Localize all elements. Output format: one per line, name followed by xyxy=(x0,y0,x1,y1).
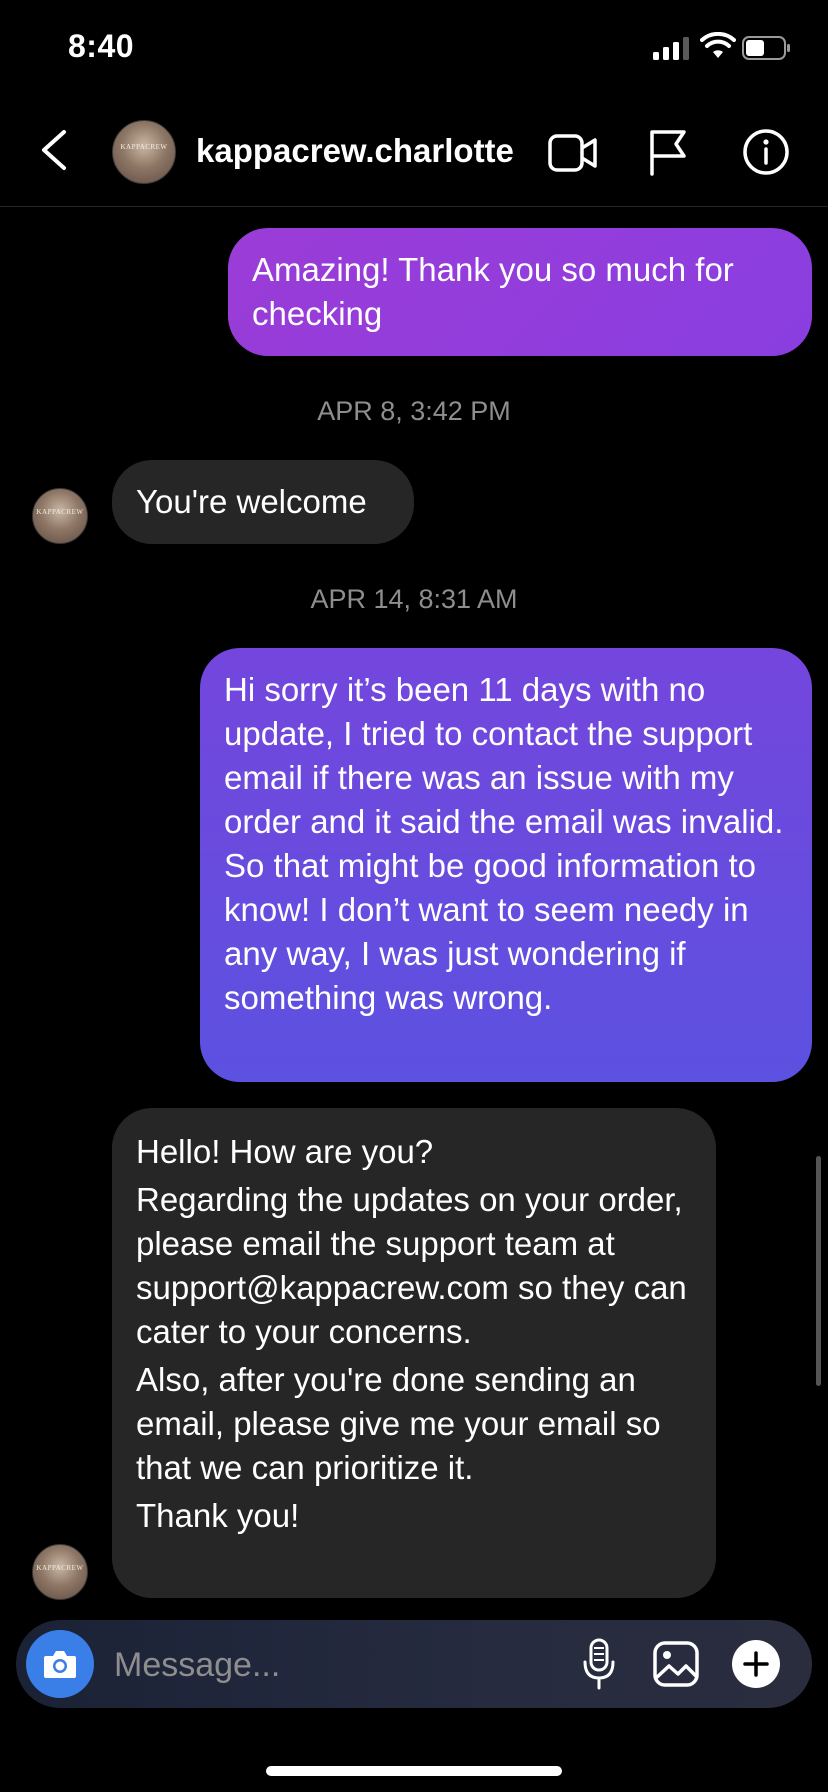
plus-icon xyxy=(743,1651,769,1677)
gallery-icon[interactable] xyxy=(652,1640,700,1688)
home-indicator xyxy=(266,1766,562,1776)
scrollbar[interactable] xyxy=(816,1156,821,1386)
flag-icon[interactable] xyxy=(648,128,688,176)
header-divider xyxy=(0,206,828,207)
chat-username[interactable]: kappacrew.charlotte xyxy=(196,132,514,170)
outgoing-message[interactable]: Hi sorry it’s been 11 days with no updat… xyxy=(200,648,812,1082)
signal-icon xyxy=(652,36,692,60)
camera-icon xyxy=(44,1651,76,1678)
message-timestamp: APR 8, 3:42 PM xyxy=(317,396,511,426)
back-icon[interactable] xyxy=(36,128,72,172)
message-line: Hello! How are you? xyxy=(136,1133,434,1170)
info-icon[interactable] xyxy=(742,128,790,176)
microphone-icon[interactable] xyxy=(582,1638,616,1690)
plus-button[interactable] xyxy=(732,1640,780,1688)
outgoing-message[interactable]: Amazing! Thank you so much for checking xyxy=(228,228,812,356)
incoming-message[interactable]: Hello! How are you? Regarding the update… xyxy=(112,1108,716,1598)
status-time: 8:40 xyxy=(68,28,135,64)
wifi-icon xyxy=(700,31,736,60)
sender-avatar[interactable]: KAPPACREW xyxy=(32,488,88,544)
avatar-logo-mark: KAPPACREW xyxy=(36,508,84,517)
incoming-message[interactable]: You're welcome xyxy=(112,460,414,544)
message-line: Thank you! xyxy=(136,1497,300,1534)
header-avatar[interactable]: KAPPACREW xyxy=(112,120,176,184)
avatar-logo-mark: KAPPACREW xyxy=(36,1564,84,1573)
camera-button[interactable] xyxy=(26,1630,94,1698)
message-line: Regarding the updates on your order, ple… xyxy=(136,1181,687,1350)
sender-avatar[interactable]: KAPPACREW xyxy=(32,1544,88,1600)
battery-icon xyxy=(742,36,792,60)
message-input[interactable] xyxy=(112,1638,566,1692)
message-line: Also, after you're done sending an email… xyxy=(136,1361,661,1486)
avatar-logo-mark: KAPPACREW xyxy=(120,143,168,152)
message-timestamp: APR 14, 8:31 AM xyxy=(310,584,518,614)
video-call-icon[interactable] xyxy=(548,132,598,174)
